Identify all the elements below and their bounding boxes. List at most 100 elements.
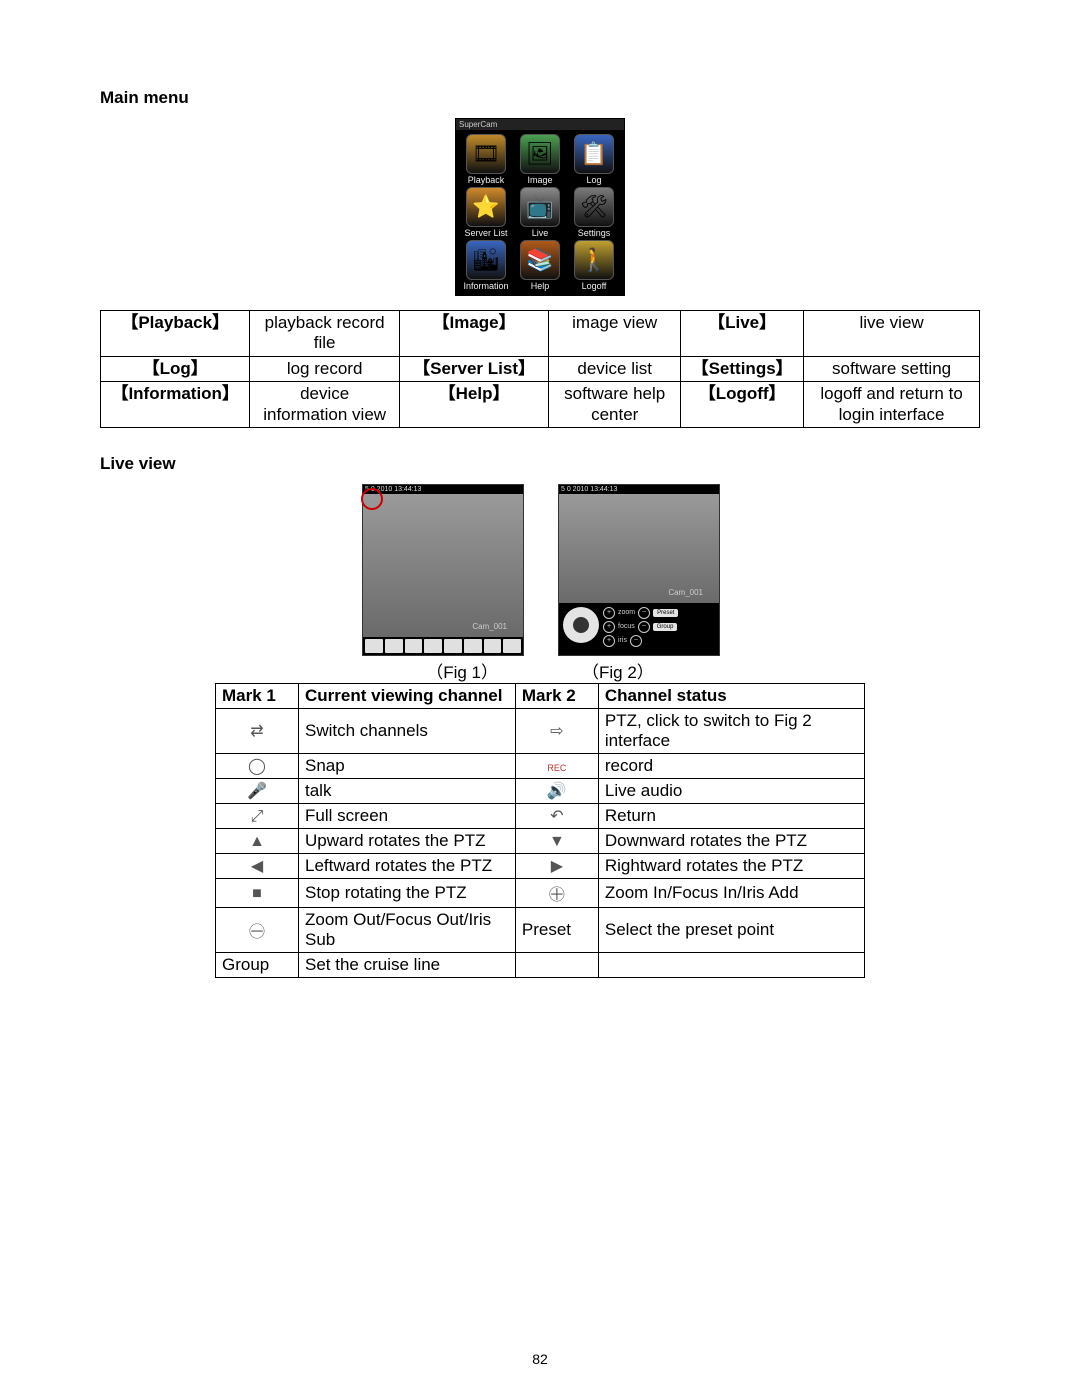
lv-mark2-cell: REC xyxy=(515,753,598,778)
lv-mark2-icon: ⇨ xyxy=(550,721,563,741)
lv-mark1-icon: －⃝ xyxy=(249,918,265,942)
menu-table-cell: playback record file xyxy=(250,311,399,357)
liveview-figures: 5 0 2010 13:44:13 Cam_001 5 0 2010 13:44… xyxy=(100,484,980,656)
menu-table-cell: 【Server List】 xyxy=(399,356,548,381)
menu-icon-label: Information xyxy=(463,281,508,291)
lv-mark1-icon: ⇄ xyxy=(250,721,263,741)
lv-mark2-desc: Downward rotates the PTZ xyxy=(598,828,864,853)
lv-table-header: Current viewing channel xyxy=(299,683,516,708)
menu-table-cell: device information view xyxy=(250,382,399,428)
menu-table-cell: 【Help】 xyxy=(399,382,548,428)
menu-icon-label: Live xyxy=(532,228,549,238)
lv-mark1-desc: Snap xyxy=(299,753,516,778)
lv-mark1-cell: ◀ xyxy=(216,853,299,878)
lv-mark2-icon: REC xyxy=(547,763,566,773)
liveview-control-table: Mark 1Current viewing channelMark 2Chann… xyxy=(215,683,865,978)
menu-icon-server-list[interactable]: ⭐Server List xyxy=(460,187,512,238)
lv-mark1-icon: ◀ xyxy=(251,856,263,876)
fig2-timestamp: 5 0 2010 13:44:13 xyxy=(559,485,719,494)
lv-table-header: Mark 1 xyxy=(216,683,299,708)
lv-mark2-cell: 🔊 xyxy=(515,778,598,803)
lv-mark1-icon: ◯ xyxy=(248,756,266,776)
lv-mark1-desc: Full screen xyxy=(299,803,516,828)
lv-mark1-cell: ⇄ xyxy=(216,708,299,753)
lv-mark1-icon: ⤢ xyxy=(251,808,264,826)
lv-mark2-desc: Select the preset point xyxy=(598,907,864,952)
menu-table-cell: image view xyxy=(549,311,681,357)
lv-mark2-cell: ＋⃝ xyxy=(515,878,598,907)
lv-group-label: Group xyxy=(216,952,299,977)
fig1-caption: （Fig 1） xyxy=(426,658,498,683)
playback-icon: 🎞 xyxy=(466,134,506,174)
lv-mark2-icon: ＋⃝ xyxy=(549,881,565,905)
settings-icon: 🛠 xyxy=(574,187,614,227)
menu-table-cell: software setting xyxy=(804,356,980,381)
menu-icon-log[interactable]: 📋Log xyxy=(568,134,620,185)
menu-icon-logoff[interactable]: 🚶Logoff xyxy=(568,240,620,291)
menu-table-cell: 【Image】 xyxy=(399,311,548,357)
server-list-icon: ⭐ xyxy=(466,187,506,227)
lv-mark1-cell: 🎤 xyxy=(216,778,299,803)
lv-mark2-cell: ⇨ xyxy=(515,708,598,753)
lv-mark1-desc: Leftward rotates the PTZ xyxy=(299,853,516,878)
lv-mark2-icon: ▶ xyxy=(551,856,563,876)
fig2: 5 0 2010 13:44:13 Cam_001 +zoom−Preset+f… xyxy=(558,484,718,656)
live-icon: 📺 xyxy=(520,187,560,227)
menu-icon-label: Settings xyxy=(578,228,611,238)
menu-table-cell: device list xyxy=(549,356,681,381)
main-menu-heading: Main menu xyxy=(100,88,980,108)
lv-mark2-cell: ↶ xyxy=(515,803,598,828)
menu-icon-label: Image xyxy=(527,175,552,185)
menu-table-cell: software help center xyxy=(549,382,681,428)
lv-mark2-icon: ▼ xyxy=(549,833,565,851)
menu-table-cell: 【Logoff】 xyxy=(681,382,804,428)
lv-mark2-icon: ↶ xyxy=(550,806,563,826)
lv-table-header: Channel status xyxy=(598,683,864,708)
lv-mark1-icon: ▲ xyxy=(249,833,265,851)
lv-mark2-desc: PTZ, click to switch to Fig 2 interface xyxy=(598,708,864,753)
image-icon: 🖼 xyxy=(520,134,560,174)
menu-icon-information[interactable]: 🏙Information xyxy=(460,240,512,291)
menu-icon-settings[interactable]: 🛠Settings xyxy=(568,187,620,238)
lv-mark2-cell: ▼ xyxy=(515,828,598,853)
menu-table-cell: 【Log】 xyxy=(101,356,250,381)
menu-icon-live[interactable]: 📺Live xyxy=(514,187,566,238)
menu-table-cell: 【Playback】 xyxy=(101,311,250,357)
lv-preset-label: Preset xyxy=(515,907,598,952)
menu-icon-help[interactable]: 📚Help xyxy=(514,240,566,291)
lv-mark1-desc: Set the cruise line xyxy=(299,952,516,977)
lv-mark1-icon: ■ xyxy=(252,885,262,903)
menu-icon-label: Playback xyxy=(468,175,505,185)
lv-mark1-desc: Upward rotates the PTZ xyxy=(299,828,516,853)
fig1-camname: Cam_001 xyxy=(472,622,507,631)
menu-icon-playback[interactable]: 🎞Playback xyxy=(460,134,512,185)
fig1-mark1-circle xyxy=(361,488,383,510)
menu-table-cell: log record xyxy=(250,356,399,381)
fig1-toolbar xyxy=(363,637,523,655)
fig1-timestamp: 5 0 2010 13:44:13 xyxy=(363,485,523,494)
menu-table-cell: 【Settings】 xyxy=(681,356,804,381)
lv-mark2-desc: Rightward rotates the PTZ xyxy=(598,853,864,878)
information-icon: 🏙 xyxy=(466,240,506,280)
lv-table-header: Mark 2 xyxy=(515,683,598,708)
lv-mark1-cell: －⃝ xyxy=(216,907,299,952)
fig1: 5 0 2010 13:44:13 Cam_001 xyxy=(362,484,522,656)
fig2-caption: （Fig 2） xyxy=(582,658,654,683)
menu-table-cell: logoff and return to login interface xyxy=(804,382,980,428)
lv-mark1-cell: ▲ xyxy=(216,828,299,853)
menu-table-cell: 【Live】 xyxy=(681,311,804,357)
lv-mark1-cell: ◯ xyxy=(216,753,299,778)
lv-mark1-desc: Switch channels xyxy=(299,708,516,753)
menu-icon-image[interactable]: 🖼Image xyxy=(514,134,566,185)
menu-icon-label: Log xyxy=(586,175,601,185)
lv-mark1-desc: Stop rotating the PTZ xyxy=(299,878,516,907)
lv-mark2-icon: 🔊 xyxy=(547,781,567,801)
lv-mark1-cell: ■ xyxy=(216,878,299,907)
logoff-icon: 🚶 xyxy=(574,240,614,280)
lv-mark2-desc: Zoom In/Focus In/Iris Add xyxy=(598,878,864,907)
phone-mainmenu-figure: SuperCam 🎞Playback🖼Image📋Log⭐Server List… xyxy=(455,118,625,296)
menu-icon-label: Help xyxy=(531,281,550,291)
ptz-wheel-icon xyxy=(563,607,599,643)
phone-title: SuperCam xyxy=(456,119,624,130)
menu-icon-label: Logoff xyxy=(582,281,607,291)
